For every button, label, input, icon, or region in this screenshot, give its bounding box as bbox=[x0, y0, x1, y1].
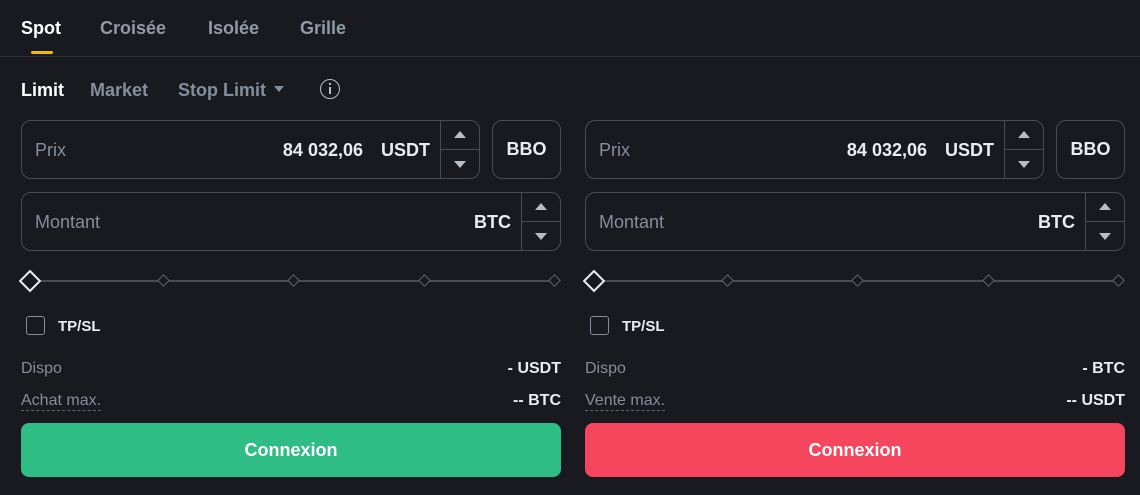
buy-amount-slider[interactable] bbox=[18, 269, 561, 293]
slider-handle[interactable] bbox=[582, 269, 606, 293]
price-unit: USDT bbox=[381, 140, 430, 160]
caret-down-icon bbox=[274, 86, 284, 93]
chevron-down-icon bbox=[1018, 161, 1030, 168]
amount-increment-button[interactable] bbox=[1086, 193, 1124, 222]
bbo-button[interactable]: BBO bbox=[1056, 120, 1125, 179]
max-buy-value: -- BTC bbox=[513, 392, 561, 409]
available-label: Dispo bbox=[585, 360, 626, 377]
sell-amount-slider[interactable] bbox=[582, 269, 1125, 293]
sell-amount-field[interactable]: Montant BTC bbox=[585, 192, 1125, 251]
tab-isolee[interactable]: Isolée bbox=[208, 18, 259, 39]
order-type-stop-limit[interactable]: Stop Limit bbox=[178, 80, 284, 101]
price-label: Prix bbox=[35, 140, 66, 160]
buy-price-field[interactable]: Prix 84 032,06 USDT bbox=[21, 120, 480, 179]
tpsl-label: TP/SL bbox=[622, 318, 665, 335]
price-increment-button[interactable] bbox=[441, 121, 479, 150]
price-stepper bbox=[440, 121, 479, 178]
amount-stepper bbox=[1085, 193, 1124, 250]
margin-mode-tabs: Spot Croisée Isolée Grille bbox=[0, 0, 1140, 57]
chevron-up-icon bbox=[535, 203, 547, 210]
buy-panel: Prix 84 032,06 USDT BBO Montant BTC TP/S… bbox=[18, 120, 561, 480]
max-buy-label[interactable]: Achat max. bbox=[21, 392, 102, 411]
bbo-button[interactable]: BBO bbox=[492, 120, 561, 179]
available-label: Dispo bbox=[21, 360, 62, 377]
slider-step-50[interactable] bbox=[287, 274, 300, 287]
amount-increment-button[interactable] bbox=[522, 193, 560, 222]
tpsl-checkbox[interactable] bbox=[26, 316, 45, 335]
price-value: 84 032,06 bbox=[282, 140, 363, 160]
stop-limit-label: Stop Limit bbox=[178, 80, 266, 100]
amount-label: Montant bbox=[599, 212, 665, 232]
sell-price-field[interactable]: Prix 84 032,06 USDT bbox=[585, 120, 1044, 179]
tpsl-label: TP/SL bbox=[58, 318, 101, 335]
slider-step-100[interactable] bbox=[548, 274, 561, 287]
slider-step-50[interactable] bbox=[851, 274, 864, 287]
buy-amount-field[interactable]: Montant BTC bbox=[21, 192, 561, 251]
tab-grille[interactable]: Grille bbox=[300, 18, 346, 39]
available-value: - USDT bbox=[507, 360, 561, 377]
sell-panel: Prix 84 032,06 USDT BBO Montant BTC TP/S… bbox=[582, 120, 1125, 480]
order-type-market[interactable]: Market bbox=[90, 80, 148, 101]
order-type-limit[interactable]: Limit bbox=[21, 80, 64, 101]
price-decrement-button[interactable] bbox=[441, 150, 479, 178]
price-stepper bbox=[1004, 121, 1043, 178]
tpsl-checkbox[interactable] bbox=[590, 316, 609, 335]
info-icon[interactable] bbox=[320, 79, 340, 99]
sell-login-button[interactable]: Connexion bbox=[585, 423, 1125, 477]
chevron-up-icon bbox=[1018, 131, 1030, 138]
price-decrement-button[interactable] bbox=[1005, 150, 1043, 178]
chevron-down-icon bbox=[1099, 233, 1111, 240]
amount-decrement-button[interactable] bbox=[1086, 222, 1124, 250]
amount-stepper bbox=[521, 193, 560, 250]
slider-step-100[interactable] bbox=[1112, 274, 1125, 287]
active-tab-indicator bbox=[31, 51, 53, 54]
slider-handle[interactable] bbox=[18, 269, 42, 293]
chevron-down-icon bbox=[535, 233, 547, 240]
amount-unit: BTC bbox=[474, 212, 511, 232]
slider-step-25[interactable] bbox=[157, 274, 170, 287]
chevron-up-icon bbox=[1099, 203, 1111, 210]
max-sell-value: -- USDT bbox=[1066, 392, 1125, 409]
tab-croisee[interactable]: Croisée bbox=[100, 18, 166, 39]
buy-login-button[interactable]: Connexion bbox=[21, 423, 561, 477]
max-sell-label[interactable]: Vente max. bbox=[585, 392, 666, 411]
tab-spot[interactable]: Spot bbox=[21, 18, 61, 39]
price-unit: USDT bbox=[945, 140, 994, 160]
chevron-up-icon bbox=[454, 131, 466, 138]
available-value: - BTC bbox=[1082, 360, 1125, 377]
price-label: Prix bbox=[599, 140, 630, 160]
price-increment-button[interactable] bbox=[1005, 121, 1043, 150]
slider-step-75[interactable] bbox=[982, 274, 995, 287]
amount-decrement-button[interactable] bbox=[522, 222, 560, 250]
amount-unit: BTC bbox=[1038, 212, 1075, 232]
slider-step-25[interactable] bbox=[721, 274, 734, 287]
slider-step-75[interactable] bbox=[418, 274, 431, 287]
chevron-down-icon bbox=[454, 161, 466, 168]
price-value: 84 032,06 bbox=[846, 140, 927, 160]
amount-label: Montant bbox=[35, 212, 101, 232]
